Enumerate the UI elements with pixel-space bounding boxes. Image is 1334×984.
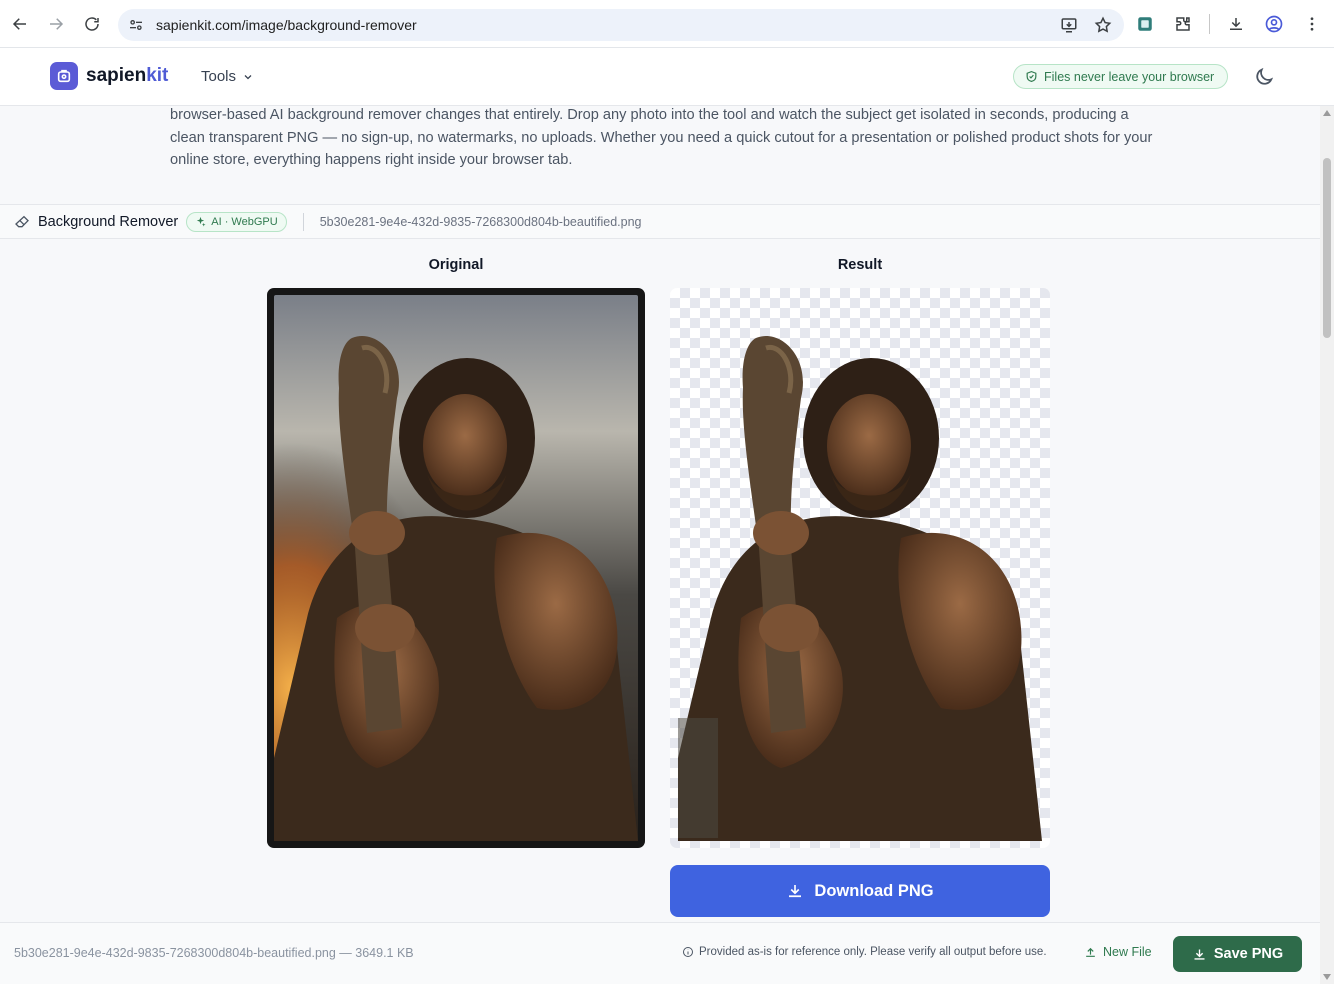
scroll-up-arrow[interactable] bbox=[1323, 110, 1331, 116]
download-png-button[interactable]: Download PNG bbox=[670, 865, 1050, 917]
new-file-button[interactable]: New File bbox=[1084, 945, 1152, 959]
brand-logo-link[interactable]: sapienkit bbox=[50, 62, 168, 90]
tool-header-divider bbox=[302, 212, 304, 231]
footer-bar: 5b30e281-9e4e-432d-9835-7268300d804b-bea… bbox=[0, 922, 1320, 984]
brand-logo-icon bbox=[50, 62, 78, 90]
browser-toolbar: sapienkit.com/image/background-remover bbox=[0, 0, 1334, 48]
privacy-badge-text: Files never leave your browser bbox=[1044, 69, 1215, 84]
result-label: Result bbox=[837, 257, 883, 273]
url-text[interactable]: sapienkit.com/image/background-remover bbox=[156, 17, 417, 33]
brand-name-main: sapien bbox=[86, 65, 147, 86]
reload-icon bbox=[85, 17, 99, 31]
install-app-icon[interactable] bbox=[1060, 16, 1078, 34]
eraser-icon bbox=[15, 215, 29, 227]
disclaimer-text: Provided as-is for reference only. Pleas… bbox=[699, 946, 1047, 958]
ai-webgpu-badge: AI · WebGPU bbox=[186, 211, 287, 232]
back-button[interactable] bbox=[2, 6, 38, 42]
scroll-down-arrow[interactable] bbox=[1323, 974, 1331, 980]
original-label: Original bbox=[428, 257, 484, 273]
downloads-icon bbox=[1230, 18, 1242, 30]
file-meta: 5b30e281-9e4e-432d-9835-7268300d804b-bea… bbox=[14, 946, 414, 960]
brand-name-accent: kit bbox=[146, 65, 169, 86]
back-icon bbox=[12, 18, 26, 30]
extensions-menu-button[interactable] bbox=[1167, 8, 1199, 40]
extension-button[interactable] bbox=[1129, 8, 1161, 40]
original-image bbox=[267, 288, 645, 848]
privacy-badge: Files never leave your browser bbox=[1013, 64, 1229, 89]
reload-button[interactable] bbox=[74, 6, 110, 42]
toolbar-divider bbox=[1209, 14, 1210, 34]
scrollbar-thumb[interactable] bbox=[1323, 158, 1331, 338]
download-icon bbox=[1194, 949, 1205, 960]
tool-title: Background Remover bbox=[38, 213, 179, 230]
extension-icon bbox=[1138, 17, 1152, 31]
site-settings-icon[interactable] bbox=[128, 17, 144, 33]
current-file-name: 5b30e281-9e4e-432d-9835-7268300d804b-bea… bbox=[319, 214, 642, 229]
download-png-label: Download PNG bbox=[814, 881, 934, 900]
forward-icon bbox=[50, 18, 64, 30]
tools-menu-button[interactable]: Tools bbox=[201, 68, 254, 85]
downloads-button[interactable] bbox=[1220, 8, 1252, 40]
tool-header-bar: Background Remover AI · WebGPU 5b30e281-… bbox=[0, 204, 1320, 239]
bookmark-star-icon[interactable] bbox=[1094, 16, 1112, 34]
chevron-down-icon bbox=[244, 74, 252, 79]
save-png-button[interactable]: Save PNG bbox=[1173, 936, 1302, 972]
address-bar[interactable]: sapienkit.com/image/background-remover bbox=[118, 9, 1124, 41]
brand-name: sapienkit bbox=[86, 65, 168, 87]
moon-icon[interactable] bbox=[1253, 66, 1275, 88]
page-scrollbar[interactable] bbox=[1320, 106, 1334, 984]
profile-icon bbox=[1265, 15, 1283, 33]
sparkle-icon bbox=[197, 216, 206, 227]
puzzle-icon bbox=[1176, 17, 1190, 31]
browser-menu-button[interactable] bbox=[1296, 8, 1328, 40]
new-file-label: New File bbox=[1103, 945, 1152, 959]
profile-button[interactable] bbox=[1258, 8, 1290, 40]
upload-icon bbox=[1086, 947, 1095, 957]
ai-badge-text: AI · WebGPU bbox=[211, 215, 278, 228]
kebab-menu-icon bbox=[1310, 17, 1314, 31]
save-png-label: Save PNG bbox=[1213, 946, 1284, 962]
app-header: sapienkit Tools Files never leave your b… bbox=[0, 48, 1334, 106]
tools-menu-label: Tools bbox=[201, 68, 237, 85]
info-icon bbox=[683, 947, 693, 957]
shield-check-icon bbox=[1026, 70, 1037, 82]
disclaimer: Provided as-is for reference only. Pleas… bbox=[682, 946, 1047, 958]
download-icon bbox=[789, 885, 802, 898]
intro-paragraph: browser-based AI background remover chan… bbox=[170, 107, 1153, 168]
result-image bbox=[670, 288, 1050, 848]
forward-button[interactable] bbox=[38, 6, 74, 42]
